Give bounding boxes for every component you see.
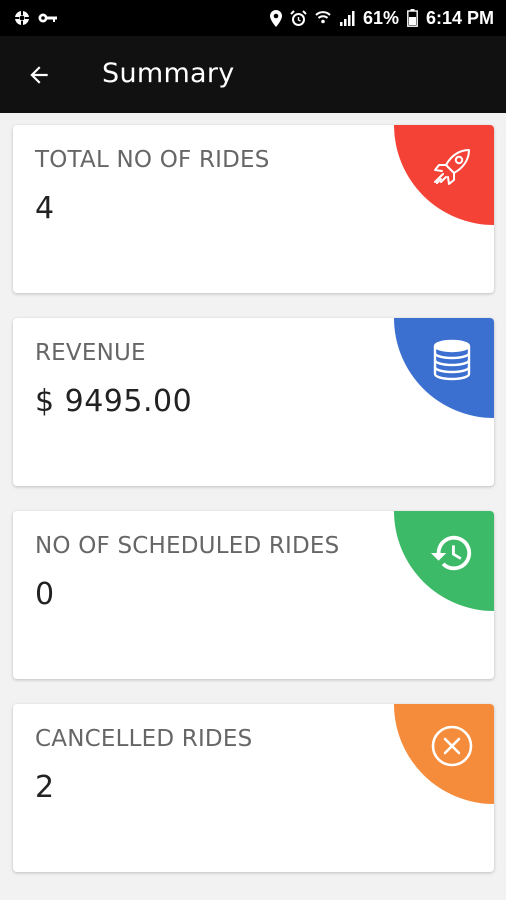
card-icon-badge [394,125,494,225]
status-bar: 61% 6:14 PM [0,0,506,36]
alarm-icon [290,9,307,26]
card-icon-badge [394,511,494,611]
revenue-card[interactable]: REVENUE $ 9495.00 [13,318,494,486]
card-label: REVENUE [35,340,146,366]
coins-icon [433,339,471,381]
back-button[interactable] [14,50,64,100]
cancel-circle-icon [431,725,473,767]
status-left-icons [14,10,58,26]
card-icon-badge [394,704,494,804]
status-time: 6:14 PM [425,7,494,28]
battery-percent: 61% [362,7,399,28]
card-label: CANCELLED RIDES [35,726,253,752]
rocket-icon [434,149,470,185]
wifi-icon [315,11,331,24]
card-value: 4 [35,191,55,226]
card-icon-badge [394,318,494,418]
card-label: TOTAL NO OF RIDES [35,147,270,173]
battery-icon [407,9,418,27]
card-value: $ 9495.00 [35,384,193,419]
signal-icon [339,11,355,26]
key-icon [38,13,57,23]
status-right-icons: 61% 6:14 PM [269,7,494,29]
card-label: NO OF SCHEDULED RIDES [35,533,340,559]
page-title: Summary [102,58,235,89]
app-bar: Summary [0,36,506,113]
card-value: 2 [35,770,55,805]
app-notification-icon [15,11,29,25]
card-value: 0 [35,577,55,612]
arrow-back-icon [30,66,48,84]
cancelled-rides-card[interactable]: CANCELLED RIDES 2 [13,704,494,872]
history-icon [430,535,472,571]
scheduled-rides-card[interactable]: NO OF SCHEDULED RIDES 0 [13,511,494,679]
total-rides-card[interactable]: TOTAL NO OF RIDES 4 [13,125,494,293]
location-icon [269,9,282,27]
